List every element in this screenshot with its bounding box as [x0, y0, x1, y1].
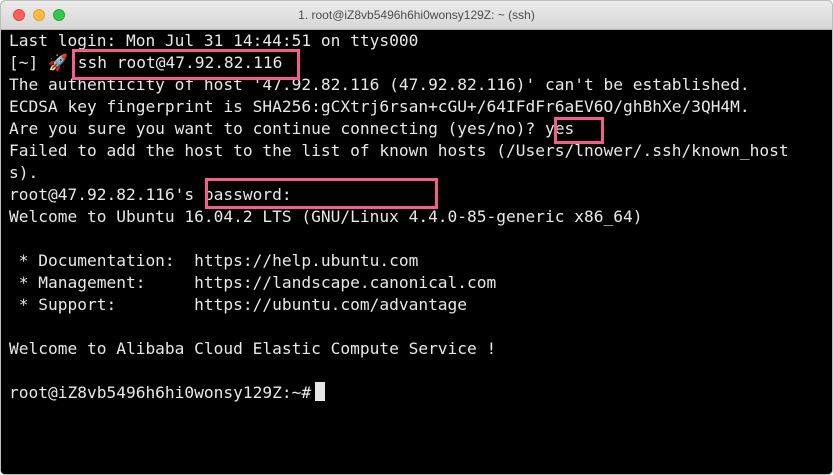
terminal-line: ECDSA key fingerprint is SHA256:gCXtrj6r… [9, 97, 750, 116]
prompt-dir: [~] [9, 53, 39, 72]
terminal-line: Welcome to Ubuntu 16.04.2 LTS (GNU/Linux… [9, 207, 643, 226]
terminal-line: * Management: https://landscape.canonica… [9, 273, 497, 292]
terminal-line: * Documentation: https://help.ubuntu.com [9, 251, 419, 270]
shell-prompt: root@iZ8vb5496h6hi0wonsy129Z:~# [9, 383, 312, 402]
shell-prompt-line[interactable]: root@iZ8vb5496h6hi0wonsy129Z:~# [9, 382, 326, 404]
terminal-line: Are you sure you want to continue connec… [9, 119, 575, 138]
text-cursor [315, 382, 326, 401]
terminal-window: 1. root@iZ8vb5496h6hi0wonsy129Z: ~ (ssh)… [0, 0, 833, 475]
terminal-line: s). [9, 163, 39, 182]
terminal-output[interactable]: Last login: Mon Jul 31 14:44:51 on ttys0… [1, 30, 832, 474]
highlight-yes [554, 117, 604, 144]
window-title: 1. root@iZ8vb5496h6hi0wonsy129Z: ~ (ssh) [298, 8, 535, 22]
highlight-ssh-command [72, 49, 300, 80]
terminal-line: Welcome to Alibaba Cloud Elastic Compute… [9, 339, 497, 358]
rocket-icon: 🚀 [48, 53, 69, 72]
highlight-password [205, 178, 438, 209]
title-bar[interactable]: 1. root@iZ8vb5496h6hi0wonsy129Z: ~ (ssh) [1, 1, 832, 30]
terminal-line: * Support: https://ubuntu.com/advantage [9, 295, 468, 314]
terminal-line: Failed to add the host to the list of kn… [9, 141, 789, 160]
